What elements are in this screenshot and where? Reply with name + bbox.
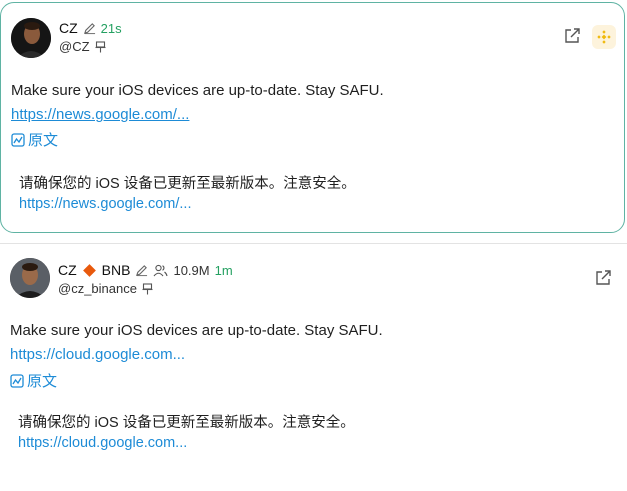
author-name[interactable]: CZ <box>59 20 78 36</box>
orange-diamond-icon <box>82 263 97 278</box>
post-feed: CZ 21s @CZ Make sure your iOS devices ar… <box>0 0 627 491</box>
translate-toggle[interactable]: 原文 <box>10 370 57 391</box>
post-text: Make sure your iOS devices are up-to-dat… <box>11 82 384 99</box>
pin-icon[interactable] <box>142 282 153 295</box>
avatar[interactable] <box>10 258 50 298</box>
translate-label: 原文 <box>27 373 58 390</box>
post-card[interactable]: CZ BNB 10.9M 1m @cz_binance Make sure yo… <box>0 243 627 491</box>
translate-icon <box>10 373 24 388</box>
translate-label: 原文 <box>28 132 59 149</box>
author-handle[interactable]: @cz_binance <box>58 281 137 296</box>
author-handle[interactable]: @CZ <box>59 39 90 54</box>
translation-text: 请确保您的 iOS 设备已更新至最新版本。注意安全。 <box>19 176 356 192</box>
bnb-logo-icon[interactable] <box>592 25 616 49</box>
external-link-icon[interactable] <box>592 267 614 289</box>
post-text: Make sure your iOS devices are up-to-dat… <box>10 322 383 339</box>
post-time: 1m <box>214 262 233 278</box>
users-icon <box>153 264 169 277</box>
avatar[interactable] <box>11 18 51 58</box>
post-time: 21s <box>100 20 122 36</box>
author-name[interactable]: CZ <box>58 262 77 278</box>
handle-row: @cz_binance <box>58 281 153 296</box>
badge-label[interactable]: BNB <box>102 262 131 278</box>
translation-link[interactable]: https://news.google.com/... <box>19 196 191 212</box>
author-row: CZ BNB 10.9M 1m <box>58 262 233 278</box>
post-link[interactable]: https://news.google.com/... <box>11 106 189 123</box>
handle-row: @CZ <box>59 39 106 54</box>
pencil-icon[interactable] <box>135 264 148 277</box>
translate-toggle[interactable]: 原文 <box>11 129 58 150</box>
external-link-icon[interactable] <box>561 25 583 47</box>
post-link[interactable]: https://cloud.google.com... <box>10 346 185 363</box>
translation-text: 请确保您的 iOS 设备已更新至最新版本。注意安全。 <box>18 415 355 431</box>
pencil-icon[interactable] <box>83 22 96 35</box>
follower-count: 10.9M <box>173 262 210 278</box>
translate-icon <box>11 132 25 147</box>
post-card[interactable]: CZ 21s @CZ Make sure your iOS devices ar… <box>0 2 625 233</box>
author-row: CZ 21s <box>59 20 122 36</box>
pin-icon[interactable] <box>95 40 106 53</box>
translation-link[interactable]: https://cloud.google.com... <box>18 435 187 451</box>
